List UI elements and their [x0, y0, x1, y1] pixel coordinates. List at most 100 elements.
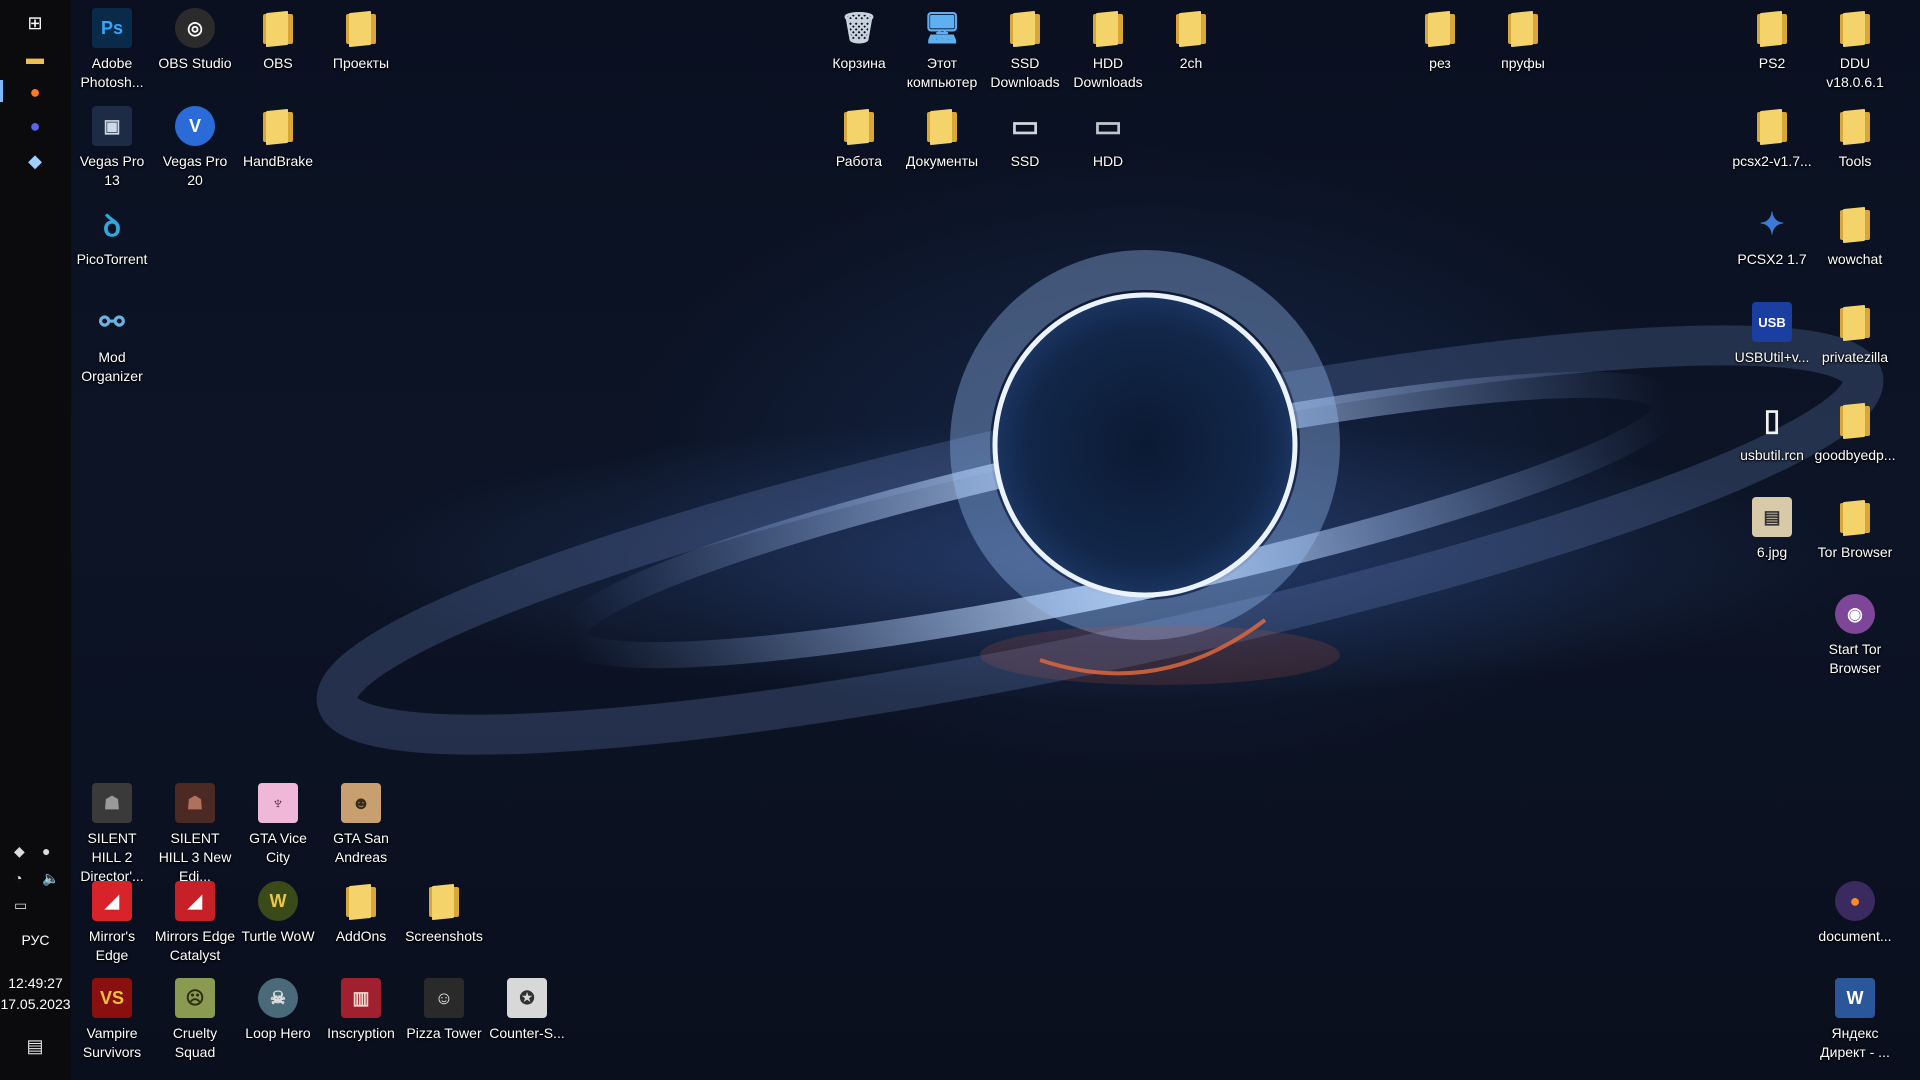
desktop-icon-usbutilrcn[interactable]: ▯ usbutil.rcn — [1731, 398, 1813, 465]
desktop-icon-proekty[interactable]: Проекты — [320, 6, 402, 73]
folder-shape — [1010, 10, 1040, 48]
desktop-icon-turtlewow[interactable]: W Turtle WoW — [237, 879, 319, 946]
file-explorer-icon[interactable]: ▬ — [22, 45, 48, 71]
desktop-icon-loophero[interactable]: ☠ Loop Hero — [237, 976, 319, 1043]
desktop-icon-sh2[interactable]: ☗ SILENT HILL 2 Director'... — [71, 781, 153, 886]
desktop-icon-vegas20[interactable]: V Vegas Pro 20 — [154, 104, 236, 190]
wifi-icon[interactable]: ◔ — [14, 870, 22, 886]
desktop-icon-screenshots[interactable]: Screenshots — [403, 879, 485, 946]
desktop-icon-addons[interactable]: AddOns — [320, 879, 402, 946]
clock-date[interactable]: 17.05.2023 — [0, 994, 71, 1015]
desktop-icon-gtavc[interactable]: ♆ GTA Vice City — [237, 781, 319, 867]
desktop-icon-label: OBS — [263, 55, 293, 71]
desktop-icon-label: goodbyedp... — [1814, 447, 1896, 463]
desktop-icon-goodbyedp[interactable]: goodbyedp... — [1814, 398, 1896, 465]
desktop-icon-label: HDD — [1092, 153, 1124, 169]
mirrors-edge-catalyst-icon-glyph: ◢ — [175, 881, 215, 921]
desktop-icon-counterstrike[interactable]: ✪ Counter-S... — [486, 976, 568, 1043]
desktop-icon-yandex[interactable]: W Яндекс Директ - ... — [1814, 976, 1896, 1062]
desktop-icon-ddu[interactable]: DDU v18.0.6.1 — [1814, 6, 1896, 92]
desktop-icon-docs[interactable]: Документы — [901, 104, 983, 171]
desktop-icon-label: PS2 — [1758, 55, 1786, 71]
desktop-icon-hdd[interactable]: ▭ HDD — [1067, 104, 1149, 171]
world-of-warcraft-icon: W — [256, 879, 300, 923]
desktop-icon-label: HDD Downloads — [1073, 55, 1143, 90]
desktop-icon-label: PCSX2 1.7 — [1737, 251, 1807, 267]
folder-shape — [1757, 108, 1787, 146]
desktop-icon-rabota[interactable]: Работа — [818, 104, 900, 171]
folder-icon — [1418, 6, 1462, 50]
desktop-icon-mirrorscat[interactable]: ◢ Mirrors Edge Catalyst — [154, 879, 236, 965]
desktop-icon-wowchat[interactable]: wowchat — [1814, 202, 1896, 269]
folder-front — [847, 108, 869, 146]
desktop-icon-modorganizer[interactable]: ⚯ Mod Organizer — [71, 300, 153, 386]
desktop-icon-prufy[interactable]: пруфы — [1482, 6, 1564, 73]
steam-icon[interactable]: ◆ — [22, 148, 48, 174]
folder-icon — [1833, 202, 1877, 246]
desktop-icon-rez[interactable]: рез — [1399, 6, 1481, 73]
desktop-icon-label: Start Tor Browser — [1828, 641, 1882, 676]
discord-icon[interactable]: ● — [22, 113, 48, 139]
desktop: Ps Adobe Photosh... ◎ OBS Studio OBS Проекты ▣… — [0, 0, 1920, 1080]
pizza-tower-icon-glyph: ☺ — [424, 978, 464, 1018]
desktop-icon-pizzatower[interactable]: ☺ Pizza Tower — [403, 976, 485, 1043]
desktop-icon-ps2[interactable]: PS2 — [1731, 6, 1813, 73]
steam-tray-icon[interactable]: ◆ — [14, 843, 25, 860]
desktop-icon-hdddl[interactable]: HDD Downloads — [1067, 6, 1149, 92]
desktop-icon-inscryption[interactable]: ▥ Inscryption — [320, 976, 402, 1043]
firefox-icon[interactable]: ● — [22, 79, 48, 105]
mirrors-edge-catalyst-icon: ◢ — [173, 879, 217, 923]
desktop-icon-photoshop[interactable]: Ps Adobe Photosh... — [71, 6, 153, 92]
world-of-warcraft-icon-glyph: W — [258, 881, 298, 921]
word-document-icon: W — [1833, 976, 1877, 1020]
desktop-icon-torbrowser[interactable]: Tor Browser — [1814, 495, 1896, 562]
folder-shape — [263, 10, 293, 48]
discord-tray-icon[interactable]: ● — [42, 843, 50, 859]
desktop-icon-cruelty[interactable]: ☹ Cruelty Squad — [154, 976, 236, 1062]
desktop-icon-obs[interactable]: OBS — [237, 6, 319, 73]
desktop-icon-privatezilla[interactable]: privatezilla — [1814, 300, 1896, 367]
desktop-icon-label: pcsx2-v1.7... — [1732, 153, 1812, 169]
folder-front — [1760, 10, 1782, 48]
desktop-icon-handbrake[interactable]: HandBrake — [237, 104, 319, 171]
desktop-icon-label: Turtle WoW — [241, 928, 315, 944]
desktop-icon-obs-studio[interactable]: ◎ OBS Studio — [154, 6, 236, 73]
desktop-icon-starttor[interactable]: ◉ Start Tor Browser — [1814, 592, 1896, 678]
desktop-icon-pcsx2folder[interactable]: pcsx2-v1.7... — [1731, 104, 1813, 171]
desktop-icon-label: SILENT HILL 2 Director'... — [80, 830, 144, 884]
desktop-icon-recycle[interactable]: 🗑 Корзина — [818, 6, 900, 73]
desktop-icon-ssddl[interactable]: SSD Downloads — [984, 6, 1066, 92]
desktop-icon-sh3[interactable]: ☗ SILENT HILL 3 New Edi... — [154, 781, 236, 886]
volume-icon[interactable]: 🔈 — [42, 870, 59, 887]
language-indicator[interactable]: РУС — [0, 930, 71, 951]
desktop-icon-gtasa[interactable]: ☻ GTA San Andreas — [320, 781, 402, 867]
desktop-icon-document[interactable]: ● document... — [1814, 879, 1896, 946]
mod-organizer-icon: ⚯ — [90, 300, 134, 344]
folder-front — [349, 10, 371, 48]
desktop-icon-usbutil[interactable]: USB USBUtil+v... — [1731, 300, 1813, 367]
clock-time[interactable]: 12:49:27 — [0, 973, 71, 994]
battery-icon[interactable]: ▭ — [14, 897, 27, 914]
desktop-icon-6jpg[interactable]: ▤ 6.jpg — [1731, 495, 1813, 562]
desktop-icon-label: GTA Vice City — [249, 830, 307, 865]
desktop-icon-2ch[interactable]: 2ch — [1150, 6, 1232, 73]
folder-front — [1428, 10, 1450, 48]
folder-shape — [1176, 10, 1206, 48]
desktop-icon-thispc[interactable]: 🖥 Этот компьютер — [901, 6, 983, 92]
desktop-icon-ssd[interactable]: ▭ SSD — [984, 104, 1066, 171]
counter-strike-icon-glyph: ✪ — [507, 978, 547, 1018]
desktop-icon-mirrors[interactable]: ◢ Mirror's Edge — [71, 879, 153, 965]
windows-start-icon[interactable]: ⊞ — [22, 10, 48, 36]
desktop-icon-picotorrent[interactable]: ꝺ PicoTorrent — [71, 202, 153, 269]
desktop-icon-vegas13[interactable]: ▣ Vegas Pro 13 — [71, 104, 153, 190]
desktop-icon-tools[interactable]: Tools — [1814, 104, 1896, 171]
gta-san-andreas-icon: ☻ — [339, 781, 383, 825]
folder-icon — [1169, 6, 1213, 50]
notification-center-icon[interactable]: ▤ — [22, 1033, 48, 1059]
gta-vice-city-icon-glyph: ♆ — [258, 783, 298, 823]
desktop-icon-pcsx2[interactable]: ✦ PCSX2 1.7 — [1731, 202, 1813, 269]
desktop-icon-vampire[interactable]: VS Vampire Survivors — [71, 976, 153, 1062]
handbrake-icon — [256, 104, 300, 148]
vegas-pro-20-icon: V — [173, 104, 217, 148]
desktop-icon-label: DDU v18.0.6.1 — [1826, 55, 1884, 90]
